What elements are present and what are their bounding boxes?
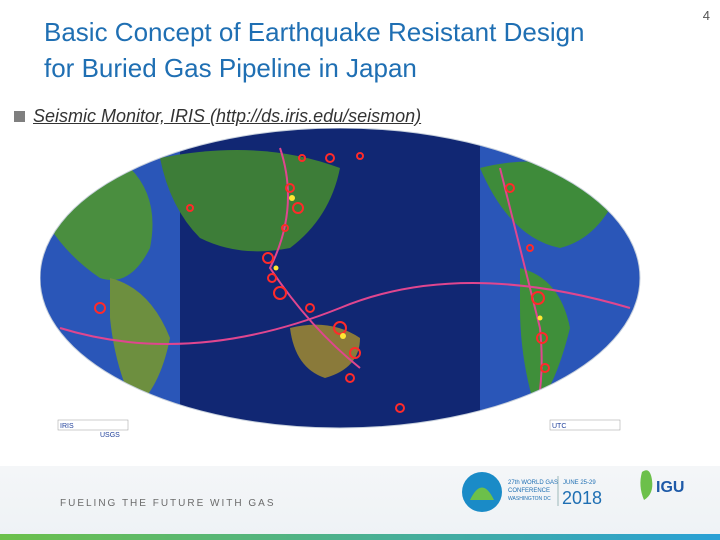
usgs-label: USGS (100, 432, 120, 439)
world-gas-conference-logo: 27th WORLD GAS CONFERENCE WASHINGTON DC … (462, 472, 602, 512)
footer-gradient-bar (0, 534, 720, 540)
utc-label: UTC (552, 423, 566, 430)
title-line-2: for Buried Gas Pipeline in Japan (44, 53, 417, 83)
slide-title: Basic Concept of Earthquake Resistant De… (44, 14, 664, 86)
conf-line-2: CONFERENCE (508, 488, 550, 494)
conf-year: 2018 (562, 488, 602, 508)
bullet-link-text[interactable]: Seismic Monitor, IRIS (http://ds.iris.ed… (33, 106, 421, 127)
globe-area (40, 128, 640, 428)
slide-footer: FUELING THE FUTURE WITH GAS 27th WORLD G… (0, 466, 720, 540)
footer-tagline: FUELING THE FUTURE WITH GAS (60, 498, 276, 509)
conf-city: WASHINGTON DC (508, 496, 551, 502)
iris-label: IRIS (60, 423, 74, 430)
conf-line-1: 27th WORLD GAS (508, 480, 558, 486)
world-map-graphic: IRIS USGS UTC (39, 127, 641, 439)
bullet-item: Seismic Monitor, IRIS (http://ds.iris.ed… (14, 106, 421, 127)
title-line-1: Basic Concept of Earthquake Resistant De… (44, 17, 585, 47)
igu-logo: IGU (640, 470, 684, 500)
igu-wordmark: IGU (656, 479, 684, 496)
seismic-map: IRIS USGS UTC (39, 127, 680, 468)
bullet-square-icon (14, 111, 25, 122)
page-number: 4 (702, 8, 710, 23)
conf-dates: JUNE 25-29 (563, 480, 596, 486)
